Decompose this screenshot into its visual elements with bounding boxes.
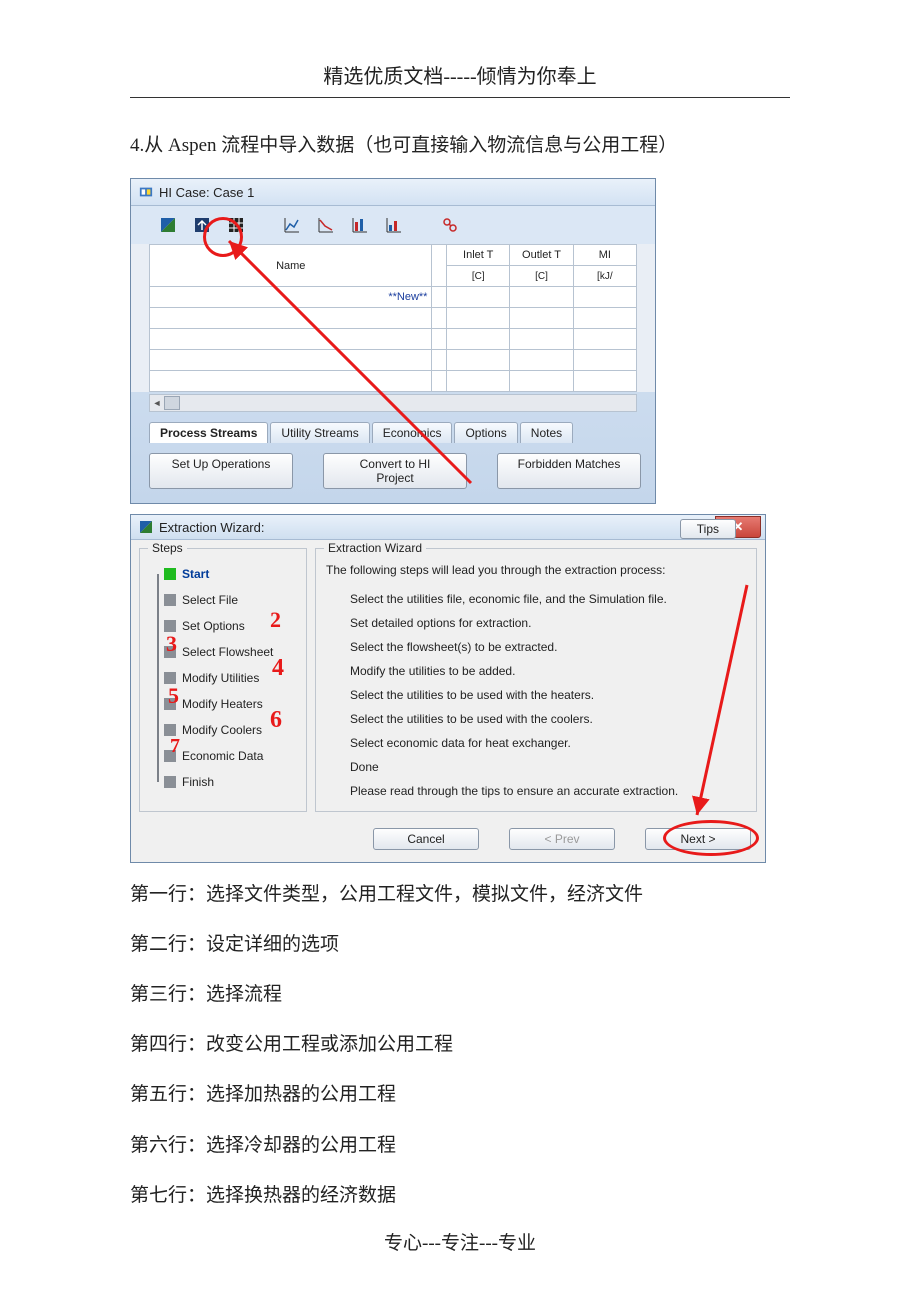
step-marker-icon — [164, 620, 176, 632]
col-inlet: Inlet T — [447, 245, 510, 266]
col-outlet-unit: [C] — [510, 266, 573, 287]
step-marker-icon — [164, 750, 176, 762]
chart-icon-1[interactable] — [281, 214, 303, 236]
step-description: Set detailed options for extraction. — [326, 611, 746, 635]
line-1: 第一行：选择文件类型，公用工程文件，模拟文件，经济文件 — [130, 877, 790, 913]
step-label: Select Flowsheet — [182, 645, 273, 659]
step-item[interactable]: Modify Heaters — [150, 691, 296, 717]
chart-icon-3[interactable] — [349, 214, 371, 236]
line-2: 第二行：设定详细的选项 — [130, 927, 790, 963]
line-6: 第六行：选择冷却器的公用工程 — [130, 1128, 790, 1164]
forbidden-matches-button[interactable]: Forbidden Matches — [497, 453, 641, 489]
step-label: Economic Data — [182, 749, 263, 763]
steps-legend: Steps — [148, 541, 187, 555]
extraction-wizard-window: Extraction Wizard: ✕ Steps StartSelect F… — [130, 514, 766, 863]
col-name: Name — [150, 245, 432, 287]
step-marker-icon — [164, 646, 176, 658]
annotation-circle — [203, 217, 243, 257]
step-description: Modify the utilities to be added. — [326, 659, 746, 683]
step-marker-icon — [164, 568, 176, 580]
wizard-main-legend: Extraction Wizard — [324, 541, 426, 555]
tab-notes[interactable]: Notes — [520, 422, 573, 443]
step-description: Select economic data for heat exchanger. — [326, 731, 746, 755]
step-description: Select the flowsheet(s) to be extracted. — [326, 635, 746, 659]
line-7: 第七行：选择换热器的经济数据 — [130, 1178, 790, 1214]
hi-titlebar: HI Case: Case 1 — [131, 179, 655, 206]
chart-icon-2[interactable] — [315, 214, 337, 236]
setup-operations-button[interactable]: Set Up Operations — [149, 453, 293, 489]
step-label: Finish — [182, 775, 214, 789]
convert-project-button[interactable]: Convert to HI Project — [323, 453, 467, 489]
step-description: Done — [326, 755, 746, 779]
step-item[interactable]: Modify Coolers — [150, 717, 296, 743]
step-item[interactable]: Economic Data — [150, 743, 296, 769]
step-label: Modify Coolers — [182, 723, 262, 737]
step-label: Select File — [182, 593, 238, 607]
step-item[interactable]: Finish — [150, 769, 296, 795]
steps-panel: Steps StartSelect FileSet OptionsSelect … — [139, 548, 307, 812]
line-5: 第五行：选择加热器的公用工程 — [130, 1077, 790, 1113]
step-item[interactable]: Select Flowsheet — [150, 639, 296, 665]
chart-icon-4[interactable] — [383, 214, 405, 236]
step-label: Set Options — [182, 619, 245, 633]
step-description: Select the utilities file, economic file… — [326, 587, 746, 611]
step-label: Modify Utilities — [182, 671, 259, 685]
tab-economics[interactable]: Economics — [372, 422, 453, 443]
tab-utility-streams[interactable]: Utility Streams — [270, 422, 369, 443]
step-marker-icon — [164, 776, 176, 788]
cancel-button[interactable]: Cancel — [373, 828, 479, 850]
line-4: 第四行：改变公用工程或添加公用工程 — [130, 1027, 790, 1063]
settings-icon[interactable] — [439, 214, 461, 236]
tips-button[interactable]: Tips — [680, 519, 736, 539]
step-marker-icon — [164, 594, 176, 606]
col-outlet: Outlet T — [510, 245, 573, 266]
step-item[interactable]: Select File — [150, 587, 296, 613]
step-item[interactable]: Modify Utilities — [150, 665, 296, 691]
hi-case-window: HI Case: Case 1 Name — [130, 178, 656, 504]
col-inlet-unit: [C] — [447, 266, 510, 287]
next-button[interactable]: Next > — [645, 828, 751, 850]
hi-tabs: Process Streams Utility Streams Economic… — [131, 418, 655, 443]
step-item[interactable]: Set Options — [150, 613, 296, 639]
line-3: 第三行：选择流程 — [130, 977, 790, 1013]
document-footer: 专心---专注---专业 — [130, 1228, 790, 1255]
wizard-icon — [139, 520, 153, 534]
step-description: Select the utilities to be used with the… — [326, 683, 746, 707]
wizard-main-panel: Extraction Wizard The following steps wi… — [315, 548, 757, 812]
step-description: Select the utilities to be used with the… — [326, 707, 746, 731]
horizontal-scrollbar[interactable]: ◄ — [149, 394, 637, 412]
toolbar-btn-1[interactable] — [157, 214, 179, 236]
step-label: Start — [182, 567, 209, 581]
col-m: MI — [573, 245, 636, 266]
step-marker-icon — [164, 698, 176, 710]
streams-grid[interactable]: Name Inlet T Outlet T MI [C] [C] [kJ/ **… — [149, 244, 637, 392]
step-item[interactable]: Start — [150, 561, 296, 587]
intro-text: 4.从 Aspen 流程中导入数据（也可直接输入物流信息与公用工程） — [130, 128, 790, 164]
new-row[interactable]: **New** — [150, 287, 432, 308]
step-description: Please read through the tips to ensure a… — [326, 779, 746, 803]
step-marker-icon — [164, 724, 176, 736]
hi-title-text: HI Case: Case 1 — [159, 185, 254, 200]
wizard-intro-text: The following steps will lead you throug… — [326, 563, 746, 577]
step-marker-icon — [164, 672, 176, 684]
tab-process-streams[interactable]: Process Streams — [149, 422, 268, 443]
tab-options[interactable]: Options — [454, 422, 517, 443]
prev-button[interactable]: < Prev — [509, 828, 615, 850]
app-icon — [139, 185, 153, 199]
wizard-title-text: Extraction Wizard: — [159, 520, 264, 535]
step-label: Modify Heaters — [182, 697, 263, 711]
col-m-unit: [kJ/ — [573, 266, 636, 287]
document-header: 精选优质文档-----倾情为你奉上 — [130, 60, 790, 98]
